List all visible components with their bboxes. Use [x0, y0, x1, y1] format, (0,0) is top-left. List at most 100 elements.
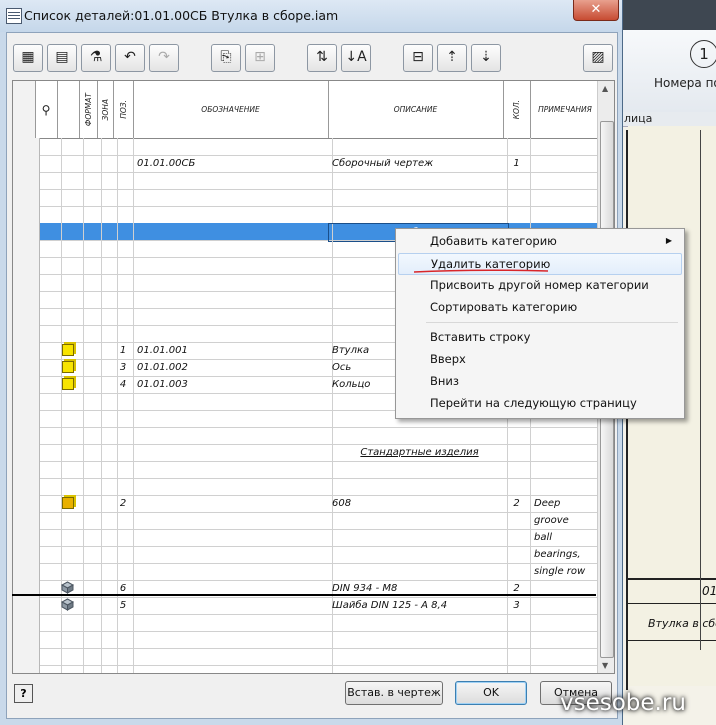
header-format[interactable]: ФОРМАТ — [79, 81, 98, 138]
cell-designation[interactable]: 01.01.003 — [133, 376, 333, 393]
cell-qty[interactable]: 3 — [503, 597, 531, 614]
cell-designation[interactable] — [133, 665, 333, 673]
cell-qty[interactable] — [503, 614, 531, 631]
cell-pos[interactable] — [113, 529, 134, 546]
cell-description[interactable] — [328, 512, 508, 529]
cell-notes[interactable] — [530, 138, 602, 155]
cell-qty[interactable] — [503, 206, 531, 223]
cell-designation[interactable] — [133, 291, 333, 308]
table-row[interactable]: bearings, — [13, 546, 602, 564]
cell-description[interactable] — [328, 631, 508, 648]
cell-description[interactable] — [328, 648, 508, 665]
cell-notes[interactable] — [530, 461, 602, 478]
columns-icon[interactable]: ⊞ — [245, 44, 275, 72]
cell-description[interactable] — [328, 138, 508, 155]
cell-pos[interactable] — [113, 512, 134, 529]
menu-item-add-category[interactable]: Добавить категорию ▶ — [398, 231, 680, 251]
cell-pos[interactable] — [113, 563, 134, 580]
header-pos[interactable]: ПОЗ. — [113, 81, 134, 138]
table-row[interactable]: single row — [13, 563, 602, 581]
cell-designation[interactable] — [133, 461, 333, 478]
sort-az-icon[interactable]: ↓A — [341, 44, 371, 72]
cell-description[interactable] — [328, 665, 508, 673]
header-zone[interactable]: ЗОНА — [97, 81, 114, 138]
cell-pos[interactable] — [113, 427, 134, 444]
cell-description[interactable] — [328, 563, 508, 580]
cell-description[interactable] — [328, 427, 508, 444]
cell-pos[interactable] — [113, 393, 134, 410]
cell-qty[interactable] — [503, 665, 531, 673]
header-description[interactable]: ОПИСАНИЕ — [328, 81, 504, 138]
table-row[interactable] — [13, 206, 602, 224]
settings-icon[interactable]: ▨ — [583, 44, 613, 72]
cell-designation[interactable] — [133, 614, 333, 631]
cell-designation[interactable]: 01.01.00СБ — [133, 155, 333, 172]
cell-designation[interactable] — [133, 478, 333, 495]
table-row[interactable] — [13, 427, 602, 445]
cell-description[interactable] — [328, 189, 508, 206]
cell-qty[interactable] — [503, 461, 531, 478]
cell-pos[interactable] — [113, 155, 134, 172]
cell-notes[interactable] — [530, 189, 602, 206]
cell-qty[interactable]: 1 — [503, 155, 531, 172]
cell-description[interactable]: 608 — [328, 495, 508, 512]
cell-description[interactable]: Сборочный чертеж — [328, 155, 508, 172]
cell-qty[interactable] — [503, 512, 531, 529]
cell-notes[interactable] — [530, 155, 602, 172]
cell-notes[interactable] — [530, 427, 602, 444]
close-button[interactable]: ✕ — [573, 0, 619, 21]
cell-designation[interactable] — [133, 546, 333, 563]
redo-icon[interactable]: ↷ — [149, 44, 179, 72]
table-row[interactable]: 5 Шайба DIN 125 - A 8,4 3 — [13, 597, 602, 615]
cell-pos[interactable] — [113, 291, 134, 308]
cell-designation[interactable] — [133, 648, 333, 665]
cell-notes[interactable] — [530, 444, 602, 461]
balloon-icon[interactable]: 1 — [690, 40, 716, 68]
cell-qty[interactable] — [503, 563, 531, 580]
menu-item-assign-category-number[interactable]: Присвоить другой номер категории — [398, 275, 680, 295]
table-row[interactable] — [13, 189, 602, 207]
cell-notes[interactable] — [530, 172, 602, 189]
cell-pos[interactable]: 4 — [113, 376, 134, 393]
cell-pos[interactable] — [113, 410, 134, 427]
sort-icon[interactable]: ⇅ — [307, 44, 337, 72]
filter-icon[interactable]: ⚗ — [81, 44, 111, 72]
cell-qty[interactable] — [503, 478, 531, 495]
scroll-down-icon[interactable]: ▼ — [602, 661, 608, 670]
cell-designation[interactable] — [133, 274, 333, 291]
cell-pos[interactable]: 2 — [113, 495, 134, 512]
cell-pos[interactable] — [113, 206, 134, 223]
help-button[interactable]: ? — [14, 684, 33, 703]
cell-designation[interactable] — [133, 529, 333, 546]
background-tab[interactable]: лица — [620, 112, 716, 127]
cell-notes[interactable] — [530, 665, 602, 673]
cell-qty[interactable] — [503, 648, 531, 665]
cell-designation[interactable] — [133, 631, 333, 648]
undo-icon[interactable]: ↶ — [115, 44, 145, 72]
menu-item-insert-row[interactable]: Вставить строку — [398, 327, 680, 347]
cell-qty[interactable] — [503, 444, 531, 461]
header-notes[interactable]: ПРИМЕЧАНИЯ — [530, 81, 601, 138]
cell-designation[interactable] — [133, 189, 333, 206]
cell-description[interactable] — [328, 614, 508, 631]
cell-designation[interactable]: 01.01.001 — [133, 342, 333, 359]
cell-notes[interactable]: ball — [530, 529, 602, 546]
cell-qty[interactable] — [503, 172, 531, 189]
export-icon[interactable]: ⎘ — [211, 44, 241, 72]
table-row[interactable] — [13, 478, 602, 496]
cell-description[interactable] — [328, 546, 508, 563]
cell-designation[interactable] — [133, 563, 333, 580]
cell-pos[interactable] — [113, 325, 134, 342]
cell-designation[interactable] — [133, 325, 333, 342]
table-row[interactable]: Стандартные изделия — [13, 444, 602, 462]
dialog-titlebar[interactable]: Список деталей:01.01.00СБ Втулка в сборе… — [0, 0, 622, 32]
table-row[interactable] — [13, 648, 602, 666]
header-designation[interactable]: ОБОЗНАЧЕНИЕ — [133, 81, 329, 138]
cell-designation[interactable] — [133, 597, 333, 614]
table-row[interactable] — [13, 172, 602, 190]
menu-item-move-up[interactable]: Вверх — [398, 349, 680, 369]
cell-notes[interactable]: Deep — [530, 495, 602, 512]
cell-pos[interactable] — [113, 189, 134, 206]
cell-description[interactable] — [328, 478, 508, 495]
cell-qty[interactable] — [503, 529, 531, 546]
